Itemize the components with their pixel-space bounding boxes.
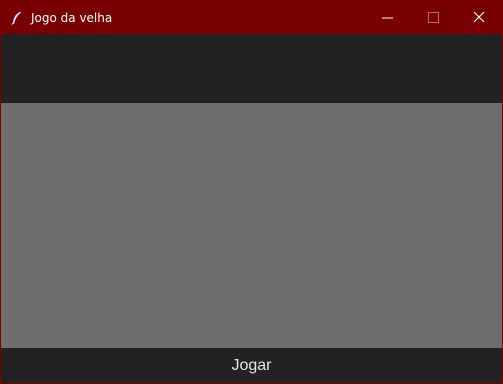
maximize-icon (427, 8, 439, 27)
window-title: Jogo da velha (31, 11, 113, 25)
maximize-button[interactable] (410, 1, 456, 34)
title-bar[interactable]: Jogo da velha (1, 1, 502, 34)
app-window: Jogo da velha Jogar (0, 0, 503, 384)
minimize-icon (381, 8, 393, 27)
feather-icon (11, 10, 23, 25)
top-panel (1, 34, 502, 103)
close-icon (473, 8, 485, 27)
close-button[interactable] (456, 1, 502, 34)
minimize-button[interactable] (364, 1, 410, 34)
game-board[interactable] (1, 103, 502, 348)
play-button[interactable]: Jogar (1, 348, 502, 383)
